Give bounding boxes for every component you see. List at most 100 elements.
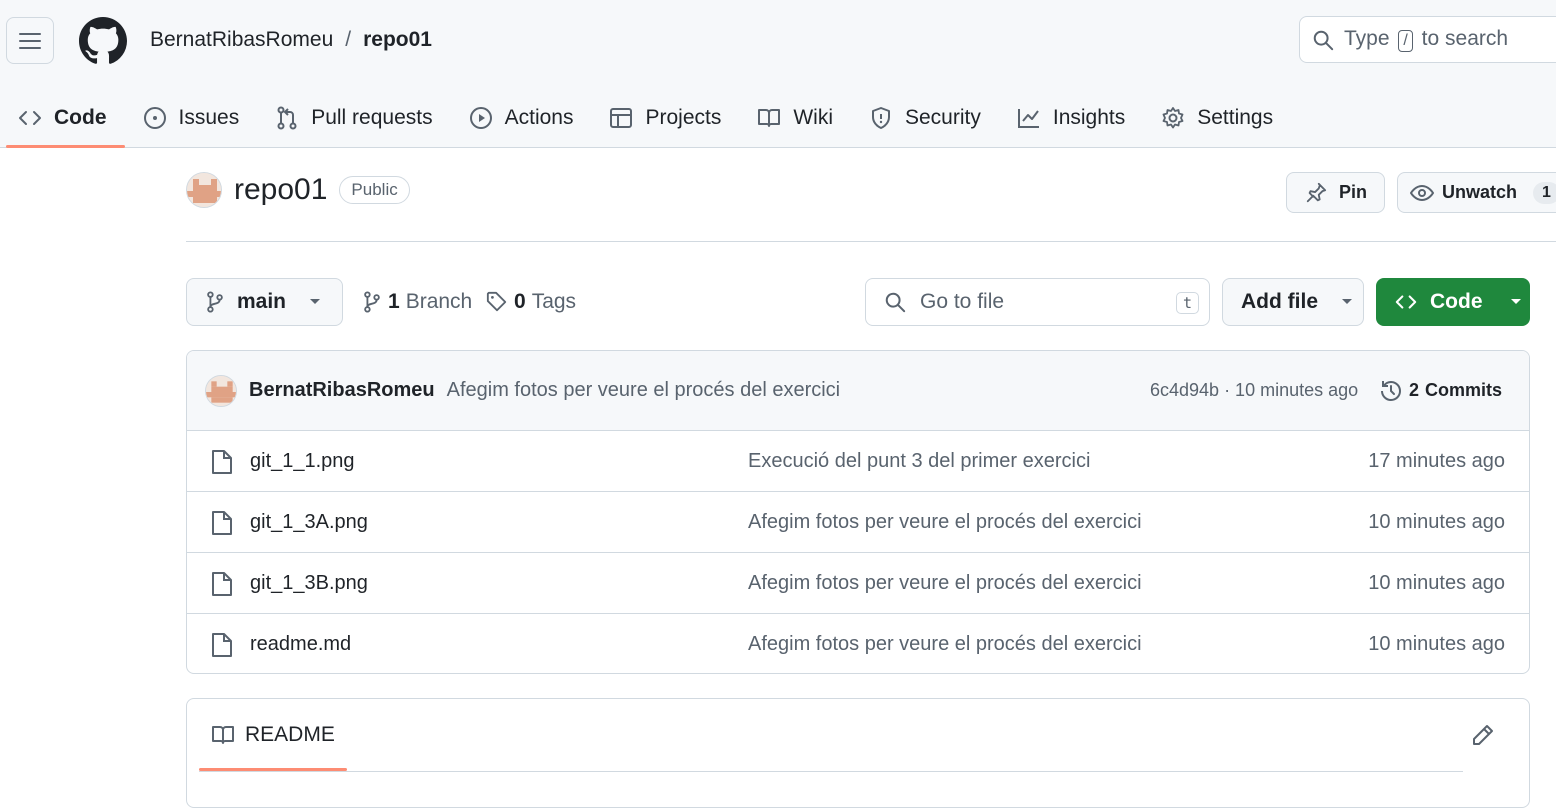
file-row[interactable]: git_1_3A.png Afegim fotos per veure el p… [187, 492, 1529, 553]
file-name[interactable]: readme.md [250, 633, 351, 656]
file-list: BernatRibasRomeu Afegim fotos per veure … [186, 350, 1530, 674]
tags-link[interactable]: 0 Tags [486, 290, 576, 314]
file-commit-time: 10 minutes ago [1368, 571, 1505, 594]
commit-hash-time[interactable]: 6c4d94b · 10 minutes ago [1150, 380, 1358, 401]
tab-pull-requests[interactable]: Pull requests [257, 88, 450, 148]
pin-button[interactable]: Pin [1286, 172, 1385, 213]
branch-count-label: Branch [405, 290, 473, 313]
tab-label: Pull requests [311, 106, 433, 129]
caret-down-icon [1510, 299, 1521, 304]
file-name[interactable]: git_1_1.png [250, 450, 355, 473]
file-commit-message[interactable]: Execució del punt 3 del primer exercici [748, 450, 1090, 473]
file-icon [212, 633, 232, 657]
branch-icon [207, 291, 223, 313]
search-shortcut-key: / [1398, 30, 1413, 52]
commits-history-link[interactable]: 2 Commits [1379, 379, 1502, 403]
file-name[interactable]: git_1_3A.png [250, 511, 368, 534]
file-icon [212, 450, 232, 474]
unwatch-button[interactable]: Unwatch 1 [1397, 172, 1556, 213]
add-file-label: Add file [1241, 290, 1318, 313]
app-header: BernatRibasRomeu / repo01 Type / to sear… [0, 0, 1556, 148]
visibility-badge: Public [339, 176, 410, 204]
go-to-file-input[interactable]: Go to file t [865, 278, 1210, 326]
unwatch-label: Unwatch [1442, 182, 1518, 202]
identicon-image [187, 173, 221, 207]
readme-divider [199, 771, 1463, 772]
tab-label: Security [905, 106, 981, 129]
tab-projects[interactable]: Projects [591, 88, 739, 148]
pull-request-icon [277, 106, 297, 130]
book-icon [758, 109, 781, 127]
gear-icon [1162, 107, 1184, 129]
code-button-label: Code [1430, 290, 1483, 313]
search-input[interactable]: Type / to search [1299, 16, 1556, 63]
tab-security[interactable]: Security [851, 88, 999, 148]
owner-avatar[interactable] [186, 172, 222, 208]
branch-select-button[interactable]: main [186, 278, 343, 326]
branch-icon [364, 291, 380, 313]
repo-nav-tabs: Code Issues Pull requests Actions Projec… [0, 88, 1291, 148]
caret-down-icon [1342, 299, 1352, 304]
readme-tab[interactable]: README [199, 699, 347, 771]
watch-count-badge: 1 [1533, 181, 1556, 204]
tag-count: 0 [514, 290, 526, 313]
tab-insights[interactable]: Insights [999, 88, 1143, 148]
commit-author-avatar[interactable] [205, 374, 237, 407]
search-suffix: to search [1421, 27, 1509, 50]
repo-name[interactable]: repo01 [234, 173, 327, 207]
file-commit-message[interactable]: Afegim fotos per veure el procés del exe… [748, 633, 1142, 656]
header-divider [186, 241, 1556, 242]
book-icon [212, 726, 234, 744]
tab-label: Issues [178, 106, 240, 129]
tab-actions[interactable]: Actions [451, 88, 592, 148]
tab-label: Settings [1197, 106, 1274, 129]
code-icon [1395, 295, 1417, 309]
branch-name: main [237, 290, 287, 313]
file-icon [212, 572, 232, 596]
commit-message[interactable]: Afegim fotos per veure el procés del exe… [447, 379, 841, 402]
tag-icon [486, 291, 507, 312]
pencil-icon[interactable] [1471, 723, 1495, 747]
tab-label: Code [54, 106, 107, 129]
tag-count-label: Tags [531, 290, 577, 313]
search-icon [1313, 30, 1334, 50]
file-row[interactable]: git_1_1.png Execució del punt 3 del prim… [187, 431, 1529, 492]
tab-settings[interactable]: Settings [1143, 88, 1291, 148]
file-commit-time: 17 minutes ago [1368, 449, 1505, 472]
play-icon [469, 107, 492, 129]
add-file-button[interactable]: Add file [1222, 278, 1364, 326]
github-logo-icon[interactable] [79, 17, 127, 65]
commits-label: Commits [1425, 380, 1503, 400]
file-row[interactable]: readme.md Afegim fotos per veure el proc… [187, 614, 1529, 673]
readme-label: README [245, 723, 335, 746]
tab-label: Projects [645, 106, 722, 129]
shield-icon [872, 107, 890, 129]
issue-icon [143, 107, 166, 129]
tab-label: Actions [504, 106, 574, 129]
branch-count: 1 [388, 290, 400, 313]
file-commit-time: 10 minutes ago [1368, 633, 1505, 655]
file-row[interactable]: git_1_3B.png Afegim fotos per veure el p… [187, 553, 1529, 614]
search-prefix: Type [1344, 27, 1390, 50]
go-to-file-shortcut: t [1175, 292, 1199, 314]
tab-label: Insights [1052, 106, 1126, 129]
table-icon [610, 108, 633, 128]
commits-count: 2 [1409, 380, 1420, 400]
tab-issues[interactable]: Issues [125, 88, 258, 148]
pin-icon [1306, 182, 1327, 202]
file-name[interactable]: git_1_3B.png [250, 572, 368, 595]
code-icon [19, 111, 41, 125]
menu-button[interactable] [6, 17, 54, 64]
file-icon [212, 511, 232, 535]
breadcrumb-repo-link[interactable]: repo01 [363, 28, 432, 52]
tab-code[interactable]: Code [0, 88, 125, 148]
commit-author[interactable]: BernatRibasRomeu [249, 379, 435, 402]
code-button[interactable]: Code [1376, 278, 1530, 326]
branches-link[interactable]: 1 Branch [362, 290, 472, 314]
tab-wiki[interactable]: Wiki [739, 88, 851, 148]
file-commit-message[interactable]: Afegim fotos per veure el procés del exe… [748, 511, 1142, 534]
repo-title-row: repo01 Public [186, 172, 410, 208]
hamburger-icon [19, 32, 41, 49]
breadcrumb-owner-link[interactable]: BernatRibasRomeu [150, 28, 333, 52]
file-commit-message[interactable]: Afegim fotos per veure el procés del exe… [748, 572, 1142, 595]
